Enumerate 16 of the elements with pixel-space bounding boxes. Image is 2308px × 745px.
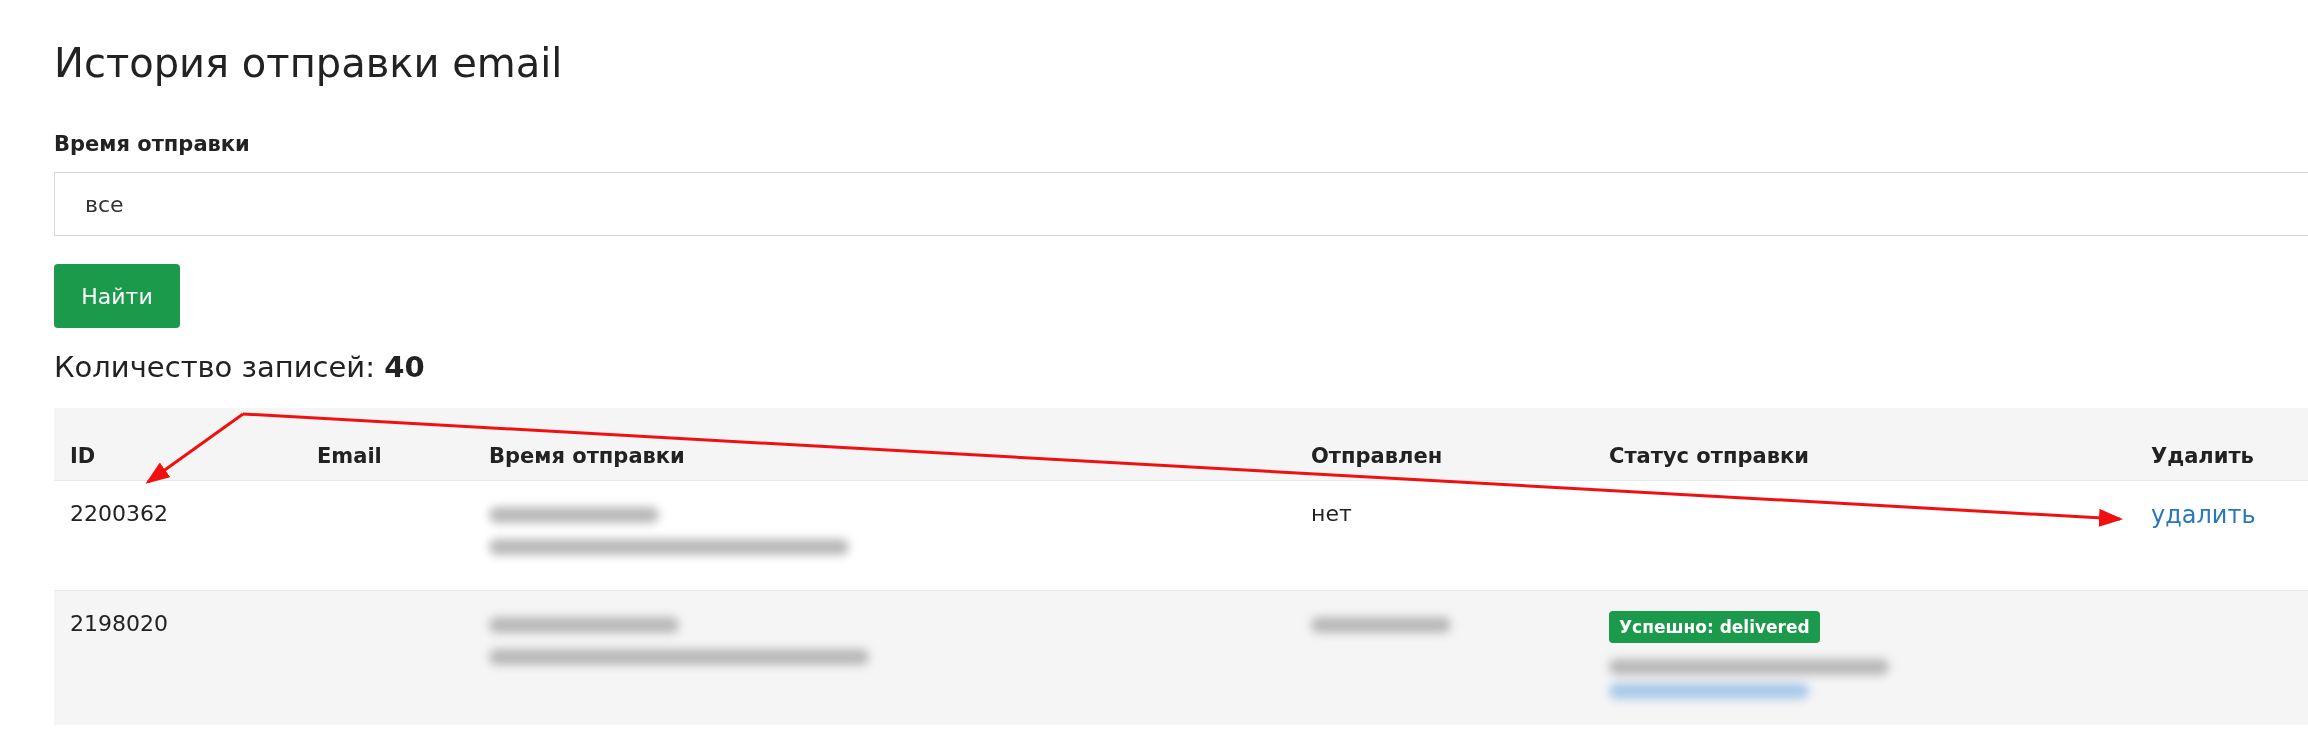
time-select[interactable]: все bbox=[54, 172, 2308, 236]
column-header: Удалить bbox=[2151, 443, 2254, 468]
delete-link[interactable]: удалить bbox=[2151, 500, 2256, 529]
column-header: ID bbox=[70, 443, 96, 468]
field-label: Время отправки bbox=[54, 132, 251, 156]
record-count: Количество записей: 40 bbox=[54, 350, 426, 384]
status-badge: Успешно: delivered bbox=[1609, 610, 1820, 643]
table-cell: нет bbox=[1311, 500, 1352, 526]
column-header: Время отправки bbox=[489, 443, 685, 468]
column-header: Статус отправки bbox=[1609, 443, 1809, 468]
search-button[interactable]: Найти bbox=[54, 264, 180, 328]
page-title: История отправки email bbox=[54, 39, 564, 88]
column-header: Отправлен bbox=[1311, 443, 1443, 468]
table-cell: 2200362 bbox=[70, 500, 168, 526]
table-cell: 2198020 bbox=[70, 610, 168, 636]
column-header: Email bbox=[317, 443, 382, 468]
